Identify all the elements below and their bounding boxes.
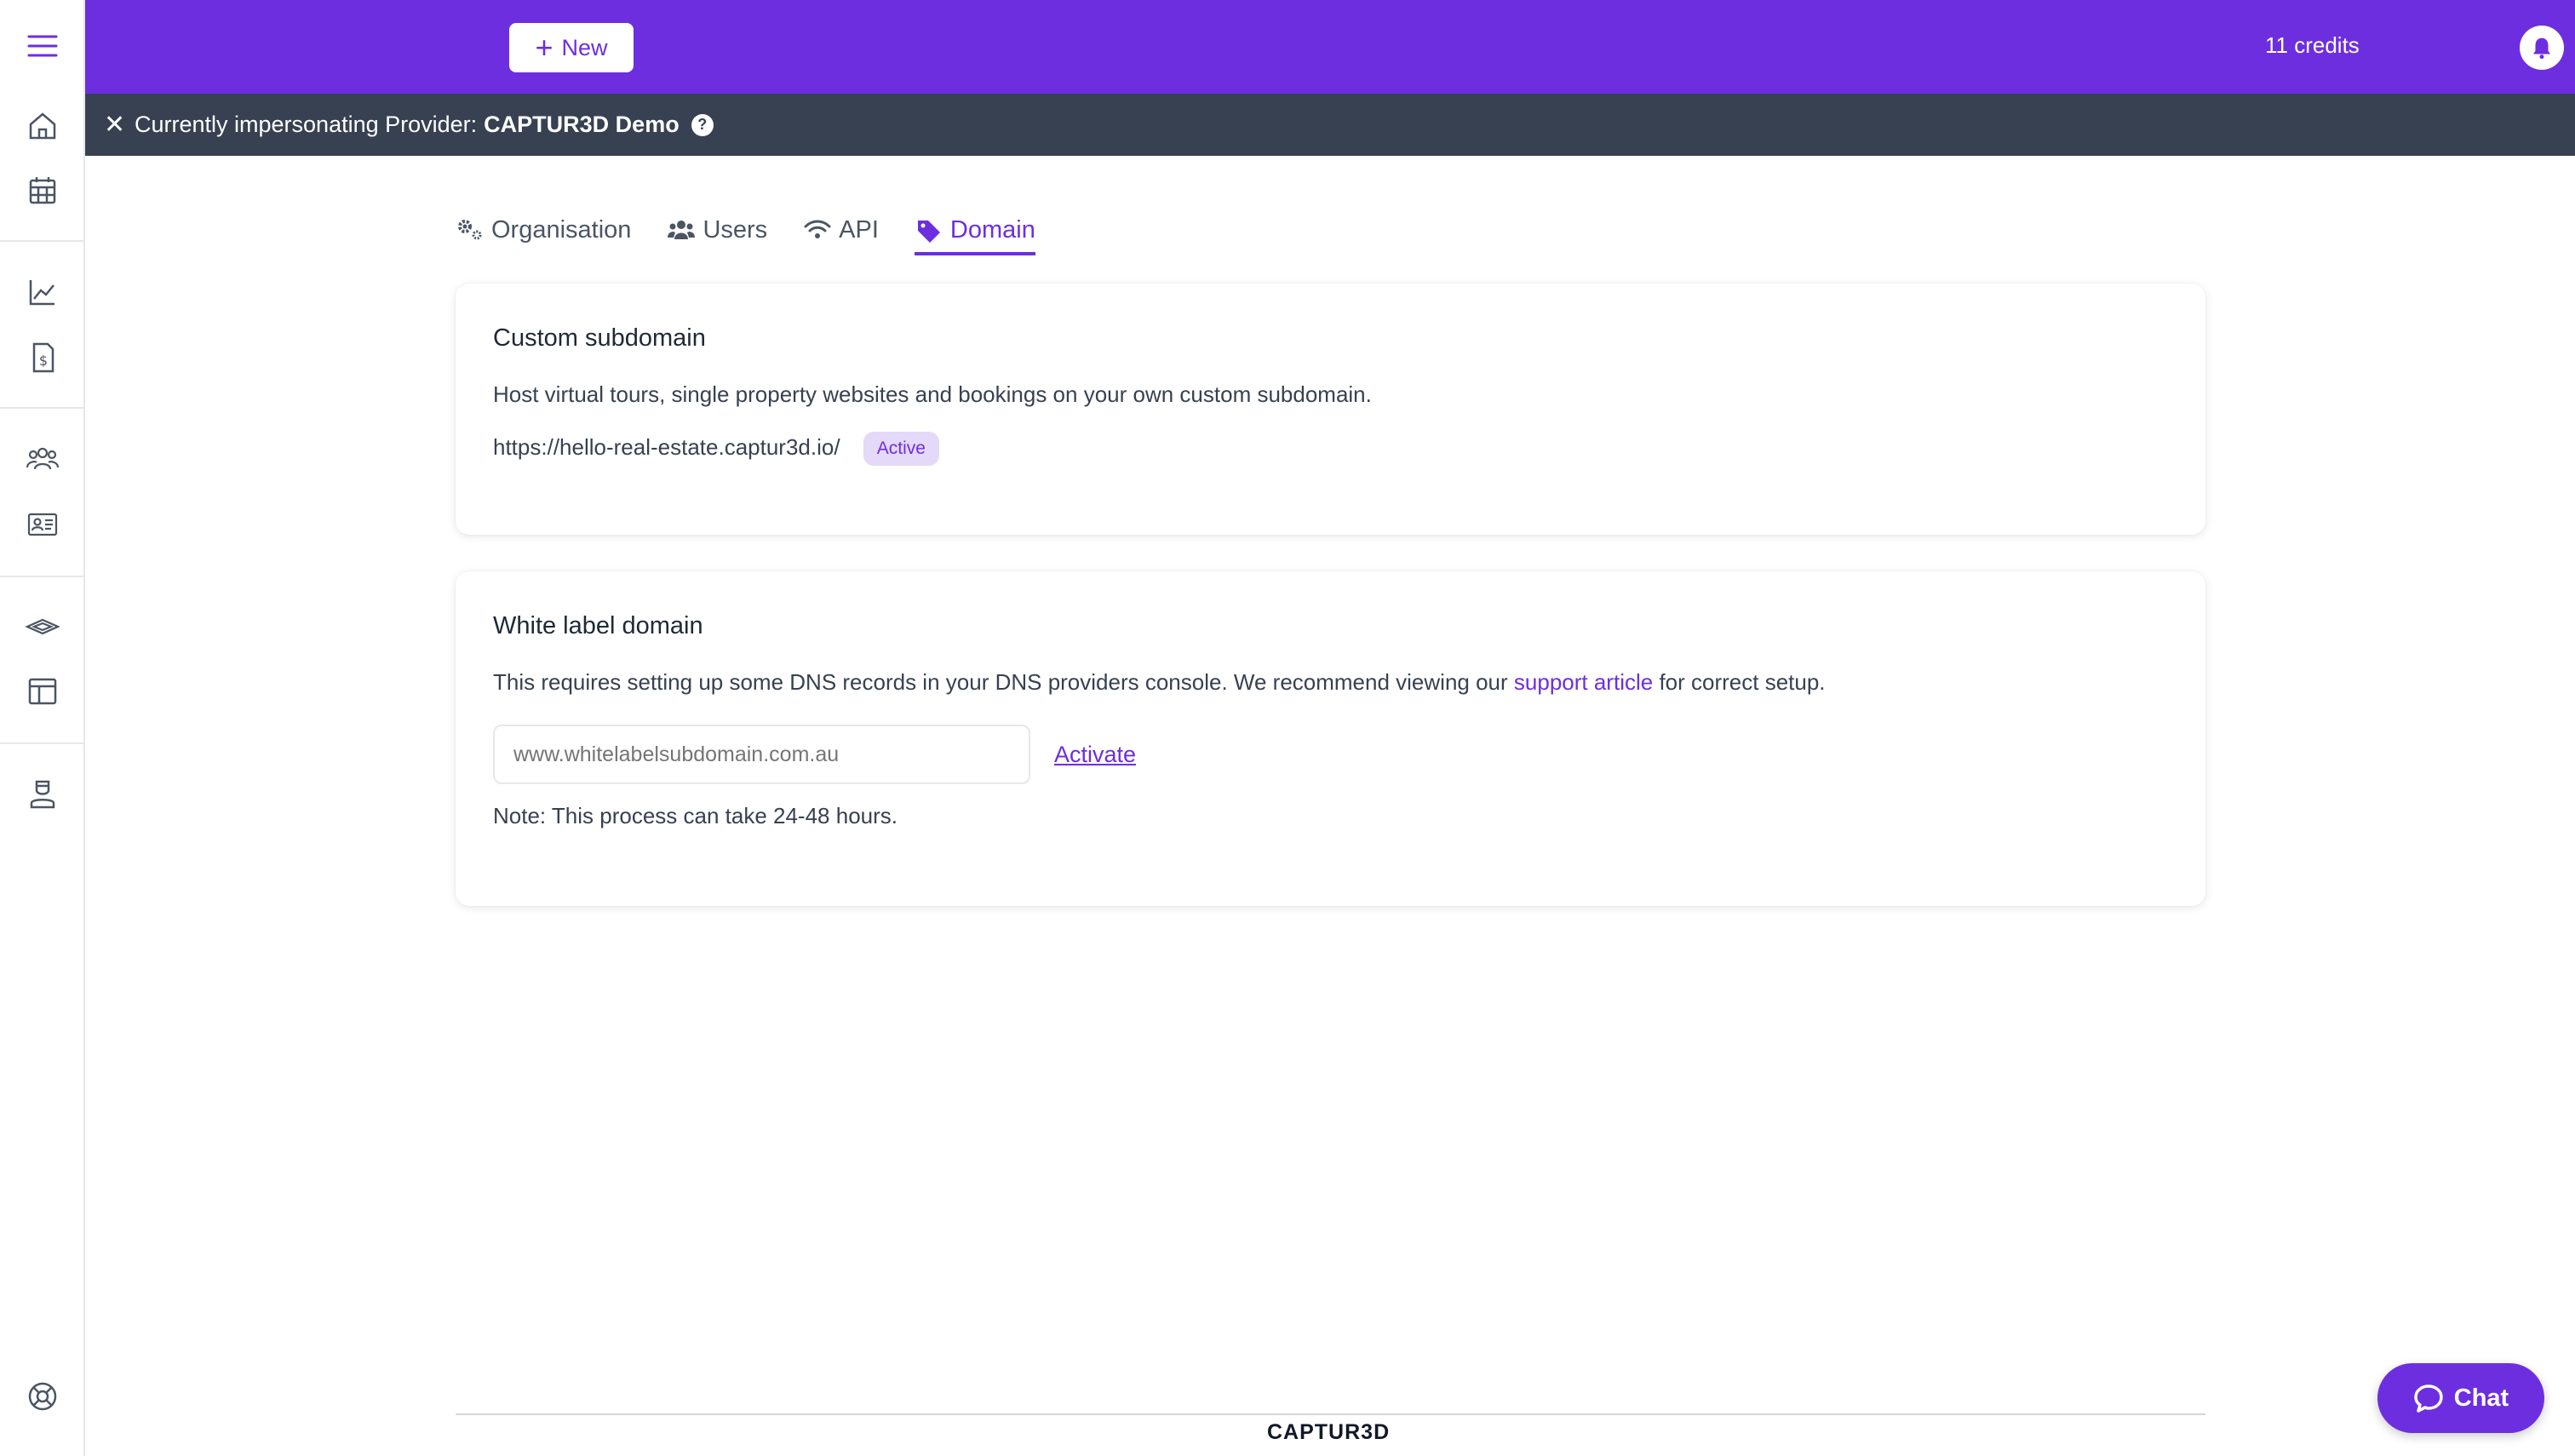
tab-label: Domain xyxy=(949,215,1035,244)
plus-icon: + xyxy=(535,30,553,65)
impersonation-banner: ✕ Currently impersonating Provider: CAPT… xyxy=(85,94,2575,156)
white-label-title: White label domain xyxy=(493,612,703,639)
custom-subdomain-row: https://hello-real-estate.captur3d.io/ A… xyxy=(493,432,939,466)
tab-domain[interactable]: Domain xyxy=(914,204,1035,255)
notifications-bell-icon[interactable] xyxy=(2520,26,2564,70)
top-bar: + New 11 credits xyxy=(85,0,2575,94)
sidebar-divider xyxy=(0,240,85,242)
home-icon[interactable] xyxy=(22,106,63,146)
sidebar-divider xyxy=(0,742,85,744)
chat-button[interactable]: Chat xyxy=(2377,1363,2544,1433)
svg-text:$: $ xyxy=(39,353,48,369)
status-badge: Active xyxy=(863,432,939,466)
custom-subdomain-title: Custom subdomain xyxy=(493,324,706,352)
custom-subdomain-card: Custom subdomain Host virtual tours, sin… xyxy=(456,284,2205,535)
impersonation-text: Currently impersonating Provider: xyxy=(135,112,478,137)
white-label-description: This requires setting up some DNS record… xyxy=(493,669,1826,696)
floorplan-layers-icon[interactable] xyxy=(22,606,63,647)
help-question-icon[interactable]: ? xyxy=(691,113,714,136)
description-text: for correct setup. xyxy=(1659,669,1826,695)
tab-label: Users xyxy=(703,215,768,244)
close-icon[interactable]: ✕ xyxy=(104,110,125,140)
settings-tabs: Organisation Users API Domain xyxy=(456,204,1035,255)
footer-divider xyxy=(456,1413,2205,1415)
sidebar: $ xyxy=(0,0,85,1456)
credits-count[interactable]: 11 credits xyxy=(2265,32,2360,59)
impersonated-provider-name: CAPTUR3D Demo xyxy=(484,112,680,137)
support-article-link[interactable]: support article xyxy=(1514,669,1653,695)
sidebar-divider xyxy=(0,407,85,409)
chat-bubble-icon xyxy=(2414,1384,2443,1413)
tag-icon xyxy=(917,221,940,243)
footer-brand: CAPTUR3D xyxy=(1267,1420,1391,1444)
tab-label: Organisation xyxy=(491,215,632,244)
analytics-chart-icon[interactable] xyxy=(22,272,63,312)
cogs-icon xyxy=(458,220,482,240)
tab-api[interactable]: API xyxy=(803,204,879,255)
white-label-domain-input[interactable] xyxy=(493,725,1030,784)
custom-subdomain-url: https://hello-real-estate.captur3d.io/ xyxy=(493,433,840,460)
calendar-icon[interactable] xyxy=(22,170,63,211)
sidebar-divider xyxy=(0,576,85,577)
white-label-domain-card: White label domain This requires setting… xyxy=(456,571,2205,906)
tab-organisation[interactable]: Organisation xyxy=(456,204,631,255)
support-lifebuoy-icon[interactable] xyxy=(22,1376,63,1417)
hamburger-menu-icon[interactable] xyxy=(22,26,63,66)
invoice-icon[interactable]: $ xyxy=(22,337,63,378)
processing-note: Note: This process can take 24-48 hours. xyxy=(493,803,898,828)
users-icon xyxy=(668,221,696,239)
team-users-icon[interactable] xyxy=(22,439,63,479)
new-button[interactable]: + New xyxy=(509,23,634,72)
contact-card-icon[interactable] xyxy=(22,504,63,545)
new-button-label: New xyxy=(561,34,608,60)
wifi-icon xyxy=(804,220,831,238)
chat-label: Chat xyxy=(2453,1384,2509,1412)
custom-subdomain-description: Host virtual tours, single property webs… xyxy=(493,381,1372,407)
description-text: This requires setting up some DNS record… xyxy=(493,669,1508,695)
tab-label: API xyxy=(839,215,879,244)
tab-users[interactable]: Users xyxy=(667,204,767,255)
activate-link[interactable]: Activate xyxy=(1054,742,1136,768)
admin-user-icon[interactable] xyxy=(22,773,63,814)
layout-template-icon[interactable] xyxy=(22,671,63,712)
